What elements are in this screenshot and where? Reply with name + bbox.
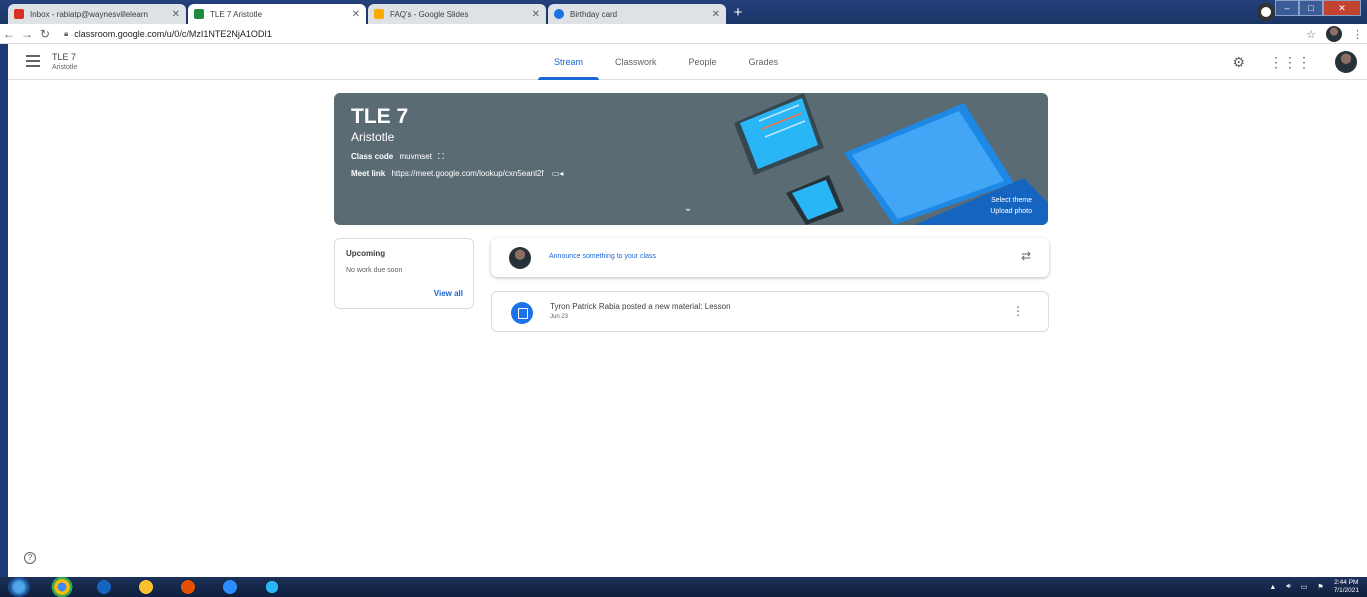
announce-placeholder[interactable]: Announce something to your class xyxy=(549,253,656,260)
internet-explorer-icon[interactable] xyxy=(258,577,286,597)
browser-tab-inbox[interactable]: Inbox - rabiatp@waynesvillelearn ✕ xyxy=(8,4,186,24)
bookmark-star-icon[interactable]: ☆ xyxy=(1306,28,1316,41)
class-banner: TLE 7 Aristotle Class code muvmset ⛶ Mee… xyxy=(334,93,1048,225)
tab-title: Birthday card xyxy=(570,9,618,19)
chevron-down-icon[interactable]: ⌄ xyxy=(684,203,692,214)
post-date: Jun 23 xyxy=(550,314,569,320)
taskbar-clock[interactable]: 2:44 PM 7/1/2021 xyxy=(1334,579,1359,595)
class-code-value: muvmset xyxy=(399,152,432,161)
volume-icon[interactable]: 🔊︎ xyxy=(1286,583,1290,591)
class-section: Aristotle xyxy=(52,64,78,71)
banner-subtitle: Aristotle xyxy=(351,130,395,144)
lock-icon: 🔒︎ xyxy=(64,28,69,38)
file-explorer-icon[interactable] xyxy=(132,577,160,597)
class-name[interactable]: TLE 7 xyxy=(52,52,76,62)
window-controls: ‒ □ ✕ xyxy=(1275,0,1361,16)
apps-grid-icon[interactable]: ⋮⋮⋮ xyxy=(1269,54,1311,71)
post-title[interactable]: Tyron Patrick Rabia posted a new materia… xyxy=(550,302,731,311)
help-icon[interactable]: ? xyxy=(24,552,36,564)
taskbar-apps xyxy=(48,577,286,597)
clock-date: 7/1/2021 xyxy=(1333,587,1359,594)
network-icon[interactable]: ▭ xyxy=(1301,583,1308,591)
select-theme-link[interactable]: Select theme xyxy=(990,195,1032,206)
close-icon[interactable]: ✕ xyxy=(532,9,540,20)
maximize-icon[interactable]: □ xyxy=(1299,0,1323,16)
tab-title: TLE 7 Aristotle xyxy=(210,9,263,19)
tray-arrow-icon[interactable]: ▲ xyxy=(1269,584,1276,591)
banner-theme-links: Select theme Upload photo xyxy=(990,195,1032,217)
browser-tab-strip: Inbox - rabiatp@waynesvillelearn ✕ TLE 7… xyxy=(0,0,1367,24)
browser-tab-classroom[interactable]: TLE 7 Aristotle ✕ xyxy=(188,4,366,24)
slides-icon xyxy=(374,9,384,19)
meet-link-label: Meet link xyxy=(351,169,386,178)
action-center-flag-icon[interactable]: ⚑ xyxy=(1317,583,1323,591)
browser-tab-birthday[interactable]: Birthday card ✕ xyxy=(548,4,726,24)
media-player-icon[interactable] xyxy=(90,577,118,597)
upload-photo-link[interactable]: Upload photo xyxy=(990,206,1032,217)
tab-stream[interactable]: Stream xyxy=(538,44,600,80)
tab-title: Inbox - rabiatp@waynesvillelearn xyxy=(30,9,148,19)
upcoming-empty-text: No work due soon xyxy=(346,267,403,274)
firefox-icon[interactable] xyxy=(174,577,202,597)
hamburger-menu-icon[interactable] xyxy=(26,55,40,70)
settings-gear-icon[interactable]: ⚙ xyxy=(1232,54,1245,71)
tab-grades[interactable]: Grades xyxy=(733,44,795,80)
reload-icon[interactable]: ↻ xyxy=(36,27,54,41)
class-code-row: Class code muvmset ⛶ xyxy=(351,152,444,162)
fullscreen-icon[interactable]: ⛶ xyxy=(438,152,444,161)
classroom-icon xyxy=(194,9,204,19)
class-code-label: Class code xyxy=(351,152,394,161)
forward-icon[interactable]: → xyxy=(18,27,36,41)
profile-avatar-icon[interactable] xyxy=(1326,26,1342,42)
classroom-top-bar: TLE 7 Aristotle Stream Classwork People … xyxy=(8,44,1367,80)
banner-title: TLE 7 xyxy=(351,105,409,128)
user-avatar xyxy=(509,247,531,269)
tab-people[interactable]: People xyxy=(673,44,733,80)
close-icon[interactable]: ✕ xyxy=(712,9,720,20)
address-bar-actions: ☆ ⋮ xyxy=(1306,26,1363,42)
meet-link-row: Meet link https://meet.google.com/lookup… xyxy=(351,169,563,178)
close-icon[interactable]: ✕ xyxy=(172,9,180,20)
tab-classwork[interactable]: Classwork xyxy=(599,44,673,80)
browser-tab-slides[interactable]: FAQ's - Google Slides ✕ xyxy=(368,4,546,24)
url-text: classroom.google.com/u/0/c/MzI1NTE2NjA1O… xyxy=(74,28,272,39)
meet-link[interactable]: https://meet.google.com/lookup/cxn5eanl2… xyxy=(391,169,543,178)
start-button-icon[interactable] xyxy=(8,577,30,597)
browser-menu-icon[interactable]: ⋮ xyxy=(1352,28,1363,41)
material-icon xyxy=(511,302,533,324)
reuse-post-icon[interactable]: ⇄ xyxy=(1021,249,1031,263)
clock-time: 2:44 PM xyxy=(1334,579,1359,586)
system-tray: ▲ 🔊︎ ▭ ⚑ 2:44 PM 7/1/2021 xyxy=(1269,579,1359,595)
minimize-icon[interactable]: ‒ xyxy=(1275,0,1299,16)
stream-post[interactable]: Tyron Patrick Rabia posted a new materia… xyxy=(491,291,1049,332)
view-all-link[interactable]: View all xyxy=(434,289,463,298)
chrome-profile-icon[interactable] xyxy=(1257,3,1275,21)
announce-box[interactable]: Announce something to your class ⇄ xyxy=(491,238,1049,277)
account-avatar[interactable] xyxy=(1335,51,1357,73)
upcoming-card: Upcoming No work due soon View all xyxy=(334,238,474,309)
tab-title: FAQ's - Google Slides xyxy=(390,9,469,19)
canva-icon xyxy=(554,9,564,19)
address-bar: ← → ↻ 🔒︎ classroom.google.com/u/0/c/MzI1… xyxy=(0,24,1367,44)
video-camera-icon[interactable]: ▭◂ xyxy=(552,169,564,178)
windows-taskbar: ▲ 🔊︎ ▭ ⚑ 2:44 PM 7/1/2021 xyxy=(0,577,1367,597)
tab-list: Inbox - rabiatp@waynesvillelearn ✕ TLE 7… xyxy=(8,4,748,24)
more-options-icon[interactable]: ⋮ xyxy=(1012,304,1024,318)
class-nav-tabs: Stream Classwork People Grades xyxy=(538,44,794,80)
back-icon[interactable]: ← xyxy=(0,27,18,41)
upcoming-title: Upcoming xyxy=(346,249,386,258)
top-right-actions: ⚙ ⋮⋮⋮ xyxy=(1232,51,1357,73)
url-field[interactable]: 🔒︎ classroom.google.com/u/0/c/MzI1NTE2Nj… xyxy=(64,29,272,39)
chrome-icon[interactable] xyxy=(48,577,76,597)
zoom-icon[interactable] xyxy=(216,577,244,597)
new-tab-button[interactable]: + xyxy=(728,4,748,24)
gmail-icon xyxy=(14,9,24,19)
classroom-page: TLE 7 Aristotle Stream Classwork People … xyxy=(8,44,1367,577)
close-window-icon[interactable]: ✕ xyxy=(1323,0,1361,16)
close-icon[interactable]: ✕ xyxy=(352,9,360,20)
